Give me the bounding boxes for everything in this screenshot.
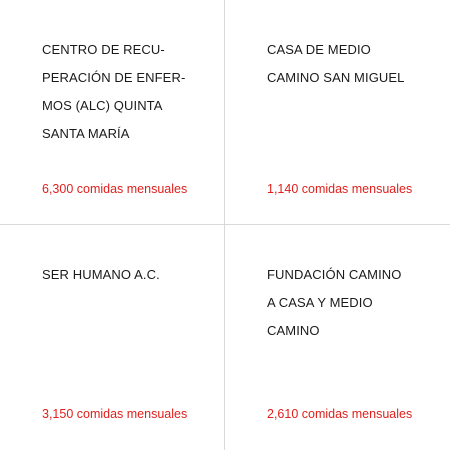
monthly-meals: 6,300 comidas mensuales: [42, 182, 188, 196]
org-card-centro-recuperacion: CENTRO DE RECU- PERACIÓN DE ENFER- MOS (…: [0, 0, 225, 225]
org-card-fundacion-camino: FUNDACIÓN CAMINO A CASA Y MEDIO CAMINO 2…: [225, 225, 450, 450]
org-card-casa-medio-camino: CASA DE MEDIO CAMINO SAN MIGUEL 1,140 co…: [225, 0, 450, 225]
org-name: CASA DE MEDIO CAMINO SAN MIGUEL: [267, 36, 437, 92]
org-name-line: CAMINO: [267, 323, 320, 338]
org-name-line: SER HUMANO A.C.: [42, 267, 160, 282]
organizations-grid: CENTRO DE RECU- PERACIÓN DE ENFER- MOS (…: [0, 0, 450, 450]
org-name-line: A CASA Y MEDIO: [267, 295, 373, 310]
org-card-ser-humano: SER HUMANO A.C. 3,150 comidas mensuales: [0, 225, 225, 450]
org-name-line: SANTA MARÍA: [42, 126, 130, 141]
monthly-meals: 3,150 comidas mensuales: [42, 407, 188, 421]
org-name: FUNDACIÓN CAMINO A CASA Y MEDIO CAMINO: [267, 261, 437, 345]
org-name-line: CAMINO SAN MIGUEL: [267, 70, 405, 85]
org-name-line: PERACIÓN DE ENFER-: [42, 70, 186, 85]
org-name-line: FUNDACIÓN CAMINO: [267, 267, 402, 282]
org-name-line: CASA DE MEDIO: [267, 42, 371, 57]
monthly-meals: 2,610 comidas mensuales: [267, 407, 413, 421]
org-name-line: CENTRO DE RECU-: [42, 42, 165, 57]
org-name: CENTRO DE RECU- PERACIÓN DE ENFER- MOS (…: [42, 36, 212, 148]
org-name-line: MOS (ALC) QUINTA: [42, 98, 163, 113]
org-name: SER HUMANO A.C.: [42, 261, 212, 289]
monthly-meals: 1,140 comidas mensuales: [267, 182, 413, 196]
